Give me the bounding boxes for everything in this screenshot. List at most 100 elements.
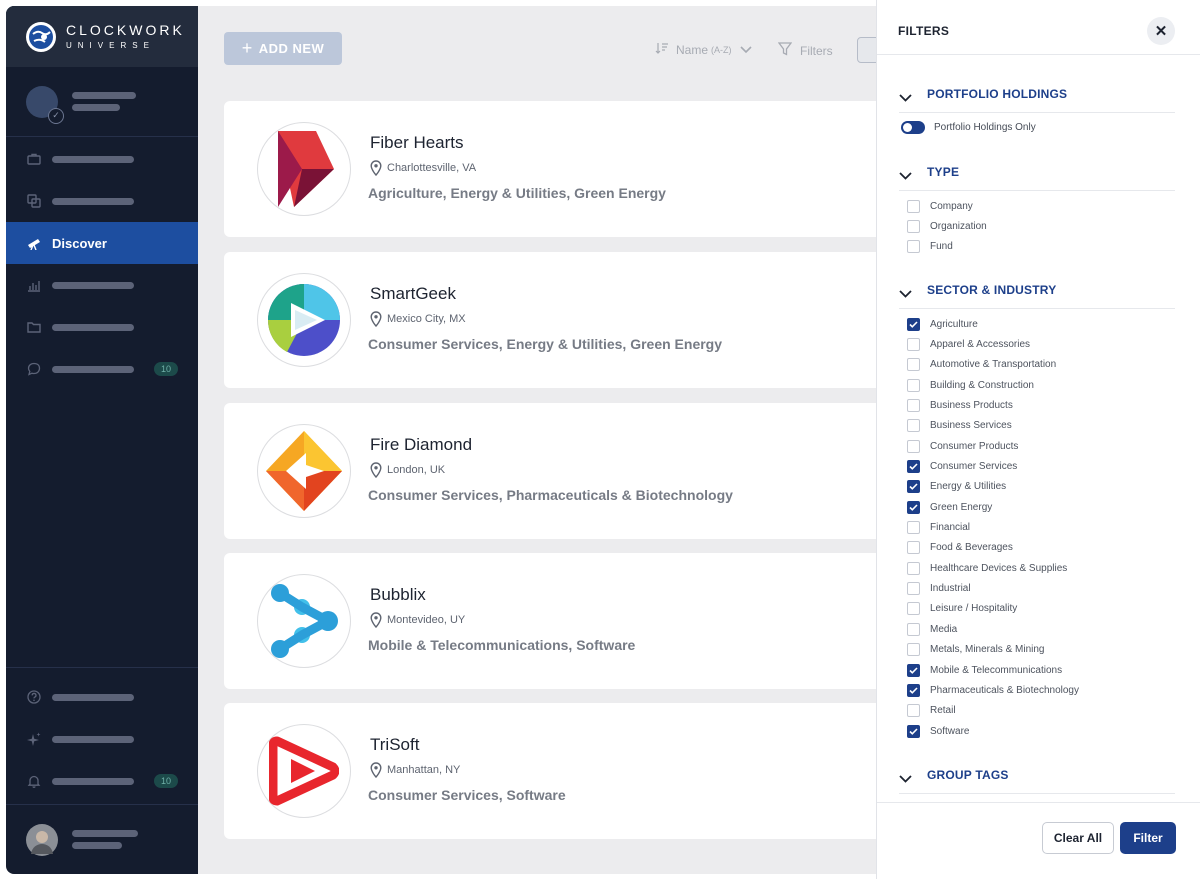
funnel-icon [777,42,793,59]
filter-option[interactable]: Media [907,619,1079,639]
checkbox[interactable] [907,199,920,213]
checkbox[interactable] [907,378,920,392]
sort-dropdown[interactable]: Name (A-Z) [655,42,752,57]
filter-option[interactable]: Organization [907,216,987,236]
org-profile[interactable]: ✓ [6,67,198,137]
company-name[interactable]: TriSoft [370,735,419,755]
checkbox-checked[interactable] [907,663,920,677]
filter-option[interactable]: Green Energy [907,497,1079,517]
filter-option[interactable]: Agriculture [907,314,1079,334]
filters-footer: Clear All Filter [877,802,1200,879]
checkbox[interactable] [907,602,920,616]
checkbox[interactable] [907,220,920,234]
clear-all-button[interactable]: Clear All [1042,822,1114,854]
user-profile[interactable] [6,804,198,874]
filter-button[interactable]: Filter [1120,822,1176,854]
filter-option[interactable]: Industrial [907,578,1079,598]
nav-item-analytics[interactable] [6,264,198,306]
company-name[interactable]: Bubblix [370,585,426,605]
filters-header: FILTERS ✕ [877,0,1200,55]
section-portfolio-holdings[interactable]: PORTFOLIO HOLDINGS [899,87,1175,113]
filter-option[interactable]: Energy & Utilities [907,477,1079,497]
toggle-switch[interactable] [901,121,925,134]
checkbox-checked[interactable] [907,460,920,474]
checkbox[interactable] [907,561,920,575]
filter-option[interactable]: Mobile & Telecommunications [907,660,1079,680]
secondary-nav: 10 [6,667,198,802]
add-new-button[interactable]: + ADD NEW [224,32,342,65]
checkbox-checked[interactable] [907,500,920,514]
nav-item-messages[interactable]: 10 [6,348,198,390]
filter-option[interactable]: Pharmaceuticals & Biotechnology [907,680,1079,700]
company-logo [257,424,351,518]
company-name[interactable]: Fiber Hearts [370,133,464,153]
checkbox-checked[interactable] [907,724,920,738]
filter-option[interactable]: Food & Beverages [907,538,1079,558]
filter-option[interactable]: Metals, Minerals & Mining [907,640,1079,660]
checkbox[interactable] [907,622,920,636]
portfolio-holdings-toggle[interactable]: Portfolio Holdings Only [901,121,1036,134]
company-card[interactable]: Fire Diamond London, UK Consumer Service… [224,403,876,539]
checkbox-checked[interactable] [907,683,920,697]
filter-option[interactable]: Financial [907,517,1079,537]
nav-placeholder [52,281,134,289]
filter-option[interactable]: Fund [907,237,987,257]
nav-item-help[interactable] [6,676,198,718]
section-group-tags[interactable]: GROUP TAGS [899,768,1175,794]
checkbox[interactable] [907,704,920,718]
company-card[interactable]: Bubblix Montevideo, UY Mobile & Telecomm… [224,553,876,689]
filter-option[interactable]: Company [907,196,987,216]
checkbox[interactable] [907,582,920,596]
bell-icon [26,773,42,789]
nav-item-files[interactable] [6,306,198,348]
checkbox[interactable] [907,521,920,535]
checkbox[interactable] [907,240,920,254]
checkbox[interactable] [907,338,920,352]
nav-item-portfolio[interactable] [6,138,198,180]
checkbox[interactable] [907,439,920,453]
folder-icon [26,319,42,335]
filter-option[interactable]: Business Services [907,416,1079,436]
checkbox[interactable] [907,399,920,413]
filters-button[interactable]: Filters [777,42,833,59]
filter-option[interactable]: Apparel & Accessories [907,334,1079,354]
checkbox[interactable] [907,358,920,372]
filter-option[interactable]: Consumer Services [907,456,1079,476]
company-card[interactable]: Fiber Hearts Charlottesville, VA Agricul… [224,101,876,237]
checkbox[interactable] [907,419,920,433]
company-name[interactable]: SmartGeek [370,284,456,304]
section-type[interactable]: TYPE [899,165,1175,191]
logo[interactable]: CLOCKWORK UNIVERSE [6,6,198,67]
nav-item-whats-new[interactable] [6,718,198,760]
sort-label: Name [676,42,709,57]
option-label: Industrial [930,583,971,595]
filter-option[interactable]: Business Products [907,395,1079,415]
close-button[interactable]: ✕ [1147,17,1175,45]
option-label: Software [930,725,970,737]
filter-option[interactable]: Consumer Products [907,436,1079,456]
filter-option[interactable]: Retail [907,701,1079,721]
filter-option[interactable]: Automotive & Transportation [907,355,1079,375]
company-card[interactable]: TriSoft Manhattan, NY Consumer Services,… [224,703,876,839]
filter-option[interactable]: Software [907,721,1079,741]
company-sectors: Consumer Services, Pharmaceuticals & Bio… [368,487,733,503]
checkbox-checked[interactable] [907,317,920,331]
company-card[interactable]: SmartGeek Mexico City, MX Consumer Servi… [224,252,876,388]
nav-item-deals[interactable] [6,180,198,222]
grid-view-toggle[interactable] [857,37,876,63]
option-label: Automotive & Transportation [930,359,1057,371]
checkbox[interactable] [907,643,920,657]
nav-item-discover[interactable]: Discover [6,222,198,264]
filters-panel: FILTERS ✕ PORTFOLIO HOLDINGS Portfolio H… [876,0,1200,879]
filter-option[interactable]: Building & Construction [907,375,1079,395]
checkbox[interactable] [907,541,920,555]
company-name[interactable]: Fire Diamond [370,435,472,455]
filter-option[interactable]: Healthcare Devices & Supplies [907,558,1079,578]
section-sector-industry[interactable]: SECTOR & INDUSTRY [899,283,1175,309]
filter-option[interactable]: Leisure / Hospitality [907,599,1079,619]
checkbox-checked[interactable] [907,480,920,494]
nav-item-notifications[interactable]: 10 [6,760,198,802]
help-icon [26,689,42,705]
nav-placeholder [52,155,134,163]
chevron-down-icon [899,89,913,107]
